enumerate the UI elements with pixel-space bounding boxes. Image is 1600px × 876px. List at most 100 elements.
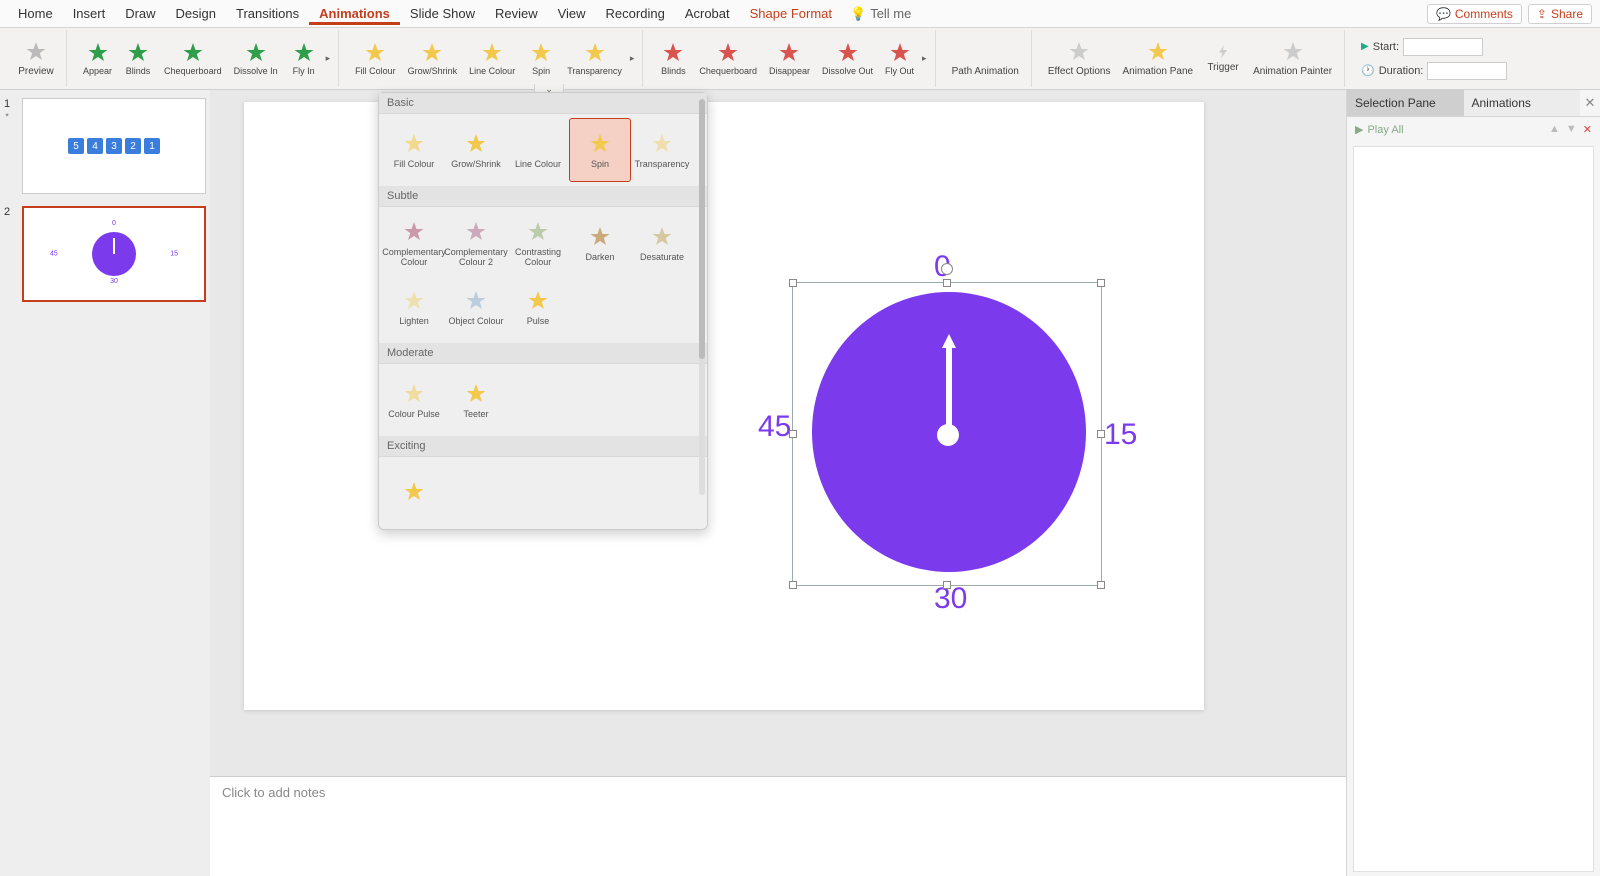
category-basic: Basic (379, 93, 707, 114)
duration-input[interactable] (1427, 62, 1507, 80)
notes-pane[interactable]: Click to add notes (210, 776, 1346, 876)
tab-insert[interactable]: Insert (63, 2, 116, 25)
move-down-icon[interactable]: ▼ (1566, 123, 1577, 136)
tab-animations[interactable]: Animations (309, 2, 400, 25)
play-all-button[interactable]: ▶ Play All (1355, 123, 1404, 136)
exit-blinds[interactable]: Blinds (653, 39, 693, 79)
slide-thumbnail-2[interactable]: 0 15 30 45 (22, 206, 206, 302)
resize-handle-tl[interactable] (789, 279, 797, 287)
start-input[interactable] (1403, 38, 1483, 56)
tab-shape-format[interactable]: Shape Format (740, 2, 842, 25)
entrance-fly-in[interactable]: Fly In (284, 39, 324, 79)
emph-darken[interactable]: Darken (569, 211, 631, 275)
pane-tab-selection[interactable]: Selection Pane (1347, 90, 1464, 116)
canvas-area[interactable]: 0 15 30 45 Basic (210, 90, 1346, 776)
animation-list[interactable] (1353, 146, 1594, 872)
emph-spin[interactable]: Spin (569, 118, 631, 182)
entrance-chequerboard[interactable]: Chequerboard (158, 39, 228, 79)
emphasis-spin[interactable]: Spin (521, 39, 561, 79)
trigger-button[interactable]: Trigger (1199, 42, 1247, 75)
animation-painter-button[interactable]: Animation Painter (1247, 38, 1338, 79)
notes-placeholder: Click to add notes (222, 785, 325, 800)
resize-handle-lm[interactable] (789, 430, 797, 438)
move-up-icon[interactable]: ▲ (1549, 123, 1560, 136)
scrollbar-thumb[interactable] (699, 99, 705, 359)
tab-draw[interactable]: Draw (115, 2, 165, 25)
emphasis-line-colour[interactable]: Line Colour (463, 39, 521, 79)
emph-complementary-colour-2[interactable]: Complementary Colour 2 (445, 211, 507, 275)
emph-complementary-colour[interactable]: Complementary Colour (383, 211, 445, 275)
emph-desaturate[interactable]: Desaturate (631, 211, 693, 275)
selection-box[interactable] (792, 282, 1102, 586)
count-box: 1 (144, 138, 160, 154)
thumbnail-panel: 1 ⋆ 5 4 3 2 1 2 0 15 30 45 (0, 90, 210, 876)
rotation-handle[interactable] (941, 263, 953, 275)
preview-button[interactable]: Preview (12, 38, 60, 79)
share-button[interactable]: ⇪ Share (1528, 4, 1592, 24)
emph-grow-shrink[interactable]: Grow/Shrink (445, 118, 507, 182)
star-icon (402, 480, 426, 504)
tab-view[interactable]: View (548, 2, 596, 25)
emph-colour-pulse[interactable]: Colour Pulse (383, 368, 445, 432)
emph-exciting-item[interactable] (383, 461, 445, 525)
star-icon (836, 41, 860, 65)
entrance-dissolve-in[interactable]: Dissolve In (228, 39, 284, 79)
animation-pane-button[interactable]: Animation Pane (1116, 38, 1199, 79)
resize-handle-bm[interactable] (943, 581, 951, 589)
path-animation-button[interactable]: Path Animation (946, 38, 1025, 79)
pane-tab-animations[interactable]: Animations (1464, 90, 1581, 116)
star-icon (480, 41, 504, 65)
star-icon (292, 41, 316, 65)
star-icon (529, 41, 553, 65)
exit-fly-out[interactable]: Fly Out (879, 39, 920, 79)
slide-thumbnail-1[interactable]: 5 4 3 2 1 (22, 98, 206, 194)
tell-me[interactable]: 💡 Tell me (850, 6, 911, 22)
star-icon (526, 132, 550, 156)
tab-home[interactable]: Home (8, 2, 63, 25)
star-icon (126, 41, 150, 65)
tab-acrobat[interactable]: Acrobat (675, 2, 740, 25)
resize-handle-tr[interactable] (1097, 279, 1105, 287)
resize-handle-bl[interactable] (789, 581, 797, 589)
dropdown-scrollbar[interactable] (699, 99, 705, 495)
emph-teeter[interactable]: Teeter (445, 368, 507, 432)
star-icon (86, 41, 110, 65)
ribbon-group-entrance: Appear Blinds Chequerboard Dissolve In F… (71, 30, 339, 87)
exit-disappear[interactable]: Disappear (763, 39, 816, 79)
emph-object-colour[interactable]: Object Colour (445, 275, 507, 339)
exit-dissolve-out[interactable]: Dissolve Out (816, 39, 879, 79)
exit-chequerboard[interactable]: Chequerboard (693, 39, 763, 79)
emphasis-grow-shrink[interactable]: Grow/Shrink (402, 39, 464, 79)
star-icon (464, 289, 488, 313)
bolt-icon (1215, 44, 1231, 60)
star-icon (464, 220, 488, 244)
tab-transitions[interactable]: Transitions (226, 2, 309, 25)
star-icon (583, 41, 607, 65)
entrance-appear[interactable]: Appear (77, 39, 118, 79)
emph-line-colour[interactable]: Line Colour (507, 118, 569, 182)
entrance-blinds[interactable]: Blinds (118, 39, 158, 79)
tab-slide-show[interactable]: Slide Show (400, 2, 485, 25)
emphasis-more-chevron-icon[interactable]: ▸ (628, 53, 637, 64)
pane-close-button[interactable]: ✕ (1580, 90, 1600, 116)
exit-more-chevron-icon[interactable]: ▸ (920, 53, 929, 64)
count-box: 2 (125, 138, 141, 154)
effect-options-button[interactable]: Effect Options (1042, 38, 1117, 79)
entrance-more-chevron-icon[interactable]: ▸ (324, 53, 333, 64)
star-gear-icon (1067, 40, 1091, 64)
resize-handle-tm[interactable] (943, 279, 951, 287)
tab-recording[interactable]: Recording (596, 2, 675, 25)
resize-handle-rm[interactable] (1097, 430, 1105, 438)
tab-design[interactable]: Design (166, 2, 226, 25)
delete-icon[interactable]: ✕ (1583, 123, 1592, 136)
emph-pulse[interactable]: Pulse (507, 275, 569, 339)
emph-contrasting-colour[interactable]: Contrasting Colour (507, 211, 569, 275)
comments-button[interactable]: 💬 Comments (1427, 4, 1522, 24)
emphasis-transparency[interactable]: Transparency (561, 39, 628, 79)
emph-transparency[interactable]: Transparency (631, 118, 693, 182)
tab-review[interactable]: Review (485, 2, 548, 25)
emph-fill-colour[interactable]: Fill Colour (383, 118, 445, 182)
emph-lighten[interactable]: Lighten (383, 275, 445, 339)
resize-handle-br[interactable] (1097, 581, 1105, 589)
emphasis-fill-colour[interactable]: Fill Colour (349, 39, 402, 79)
